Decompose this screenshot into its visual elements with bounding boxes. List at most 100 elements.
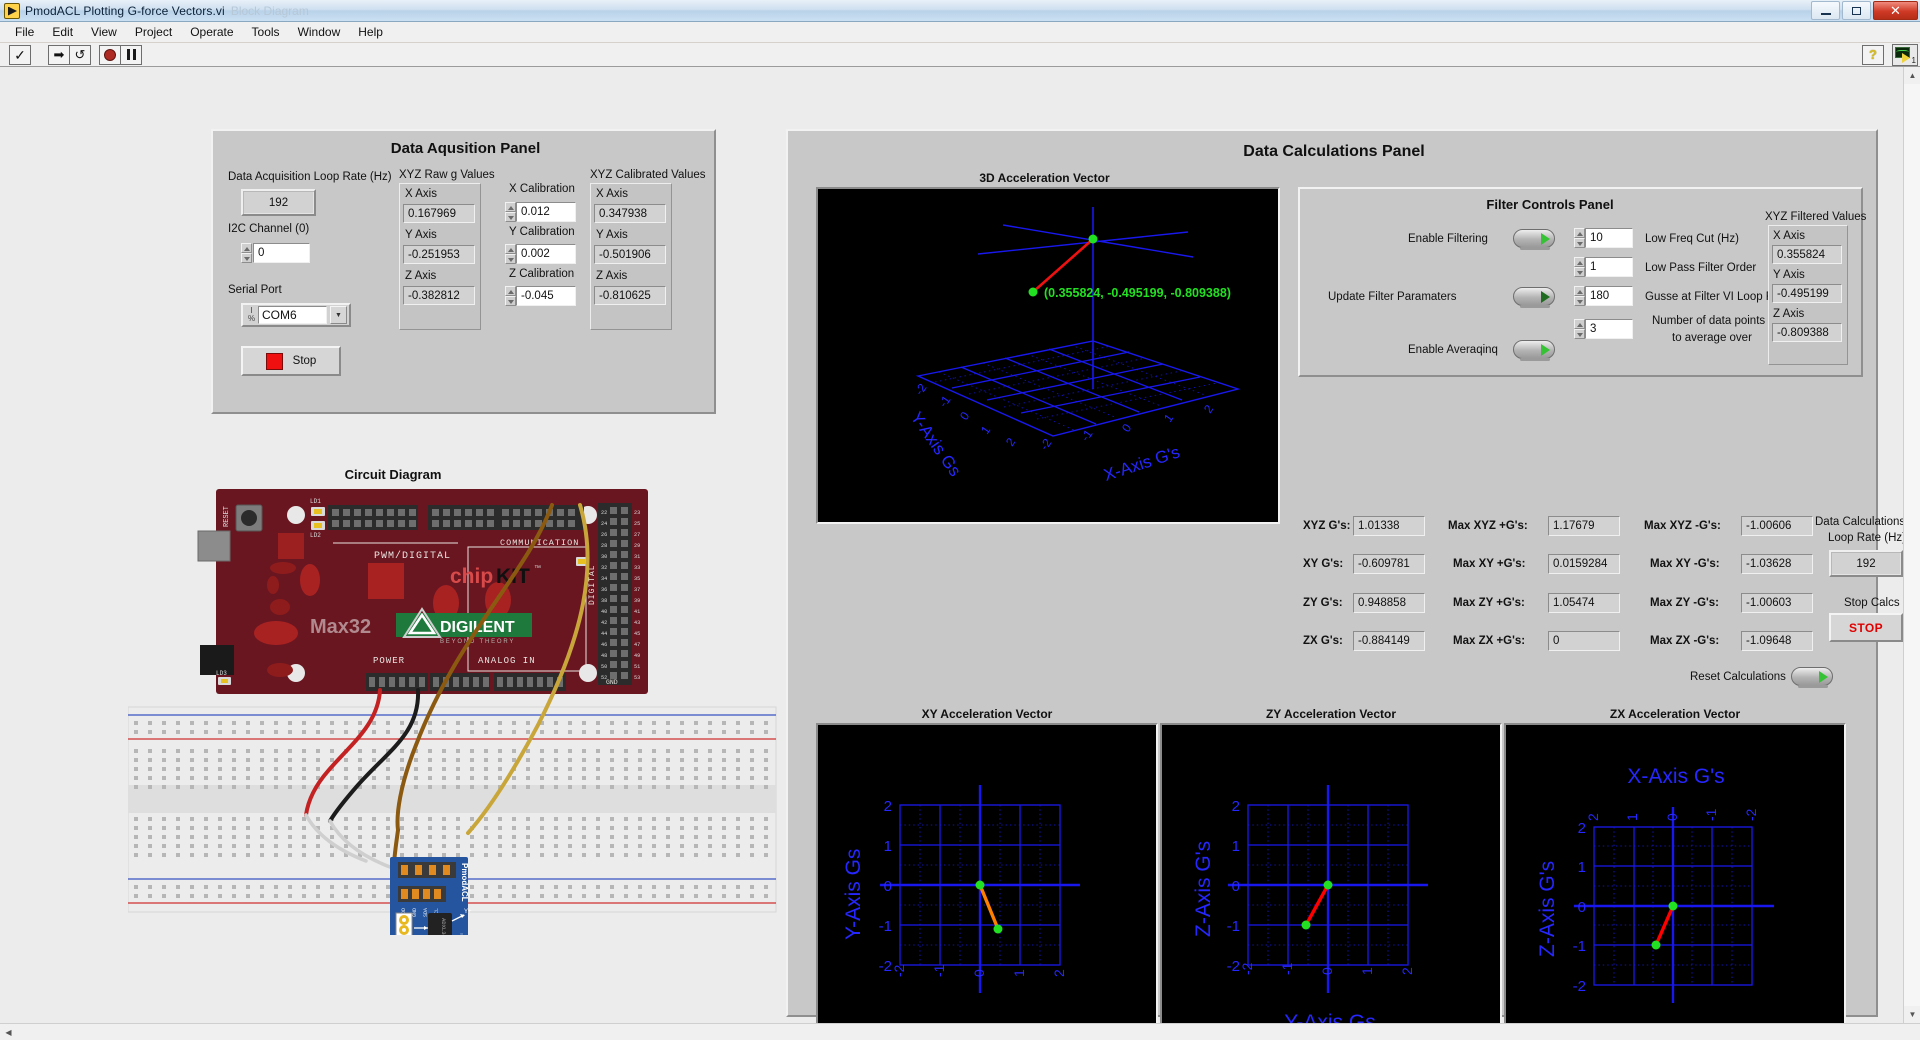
run-loop-button[interactable]: ↺ <box>69 45 91 65</box>
y-calibration-stepper[interactable] <box>505 244 516 264</box>
run-continuously-button[interactable]: ➡ <box>48 45 70 65</box>
switch-knob-icon <box>1541 344 1550 356</box>
vertical-scrollbar[interactable]: ▲ ▼ <box>1903 67 1920 1023</box>
menu-item-operate[interactable]: Operate <box>181 23 242 41</box>
svg-text:ANALOG IN: ANALOG IN <box>478 656 536 666</box>
svg-text:1: 1 <box>884 838 892 855</box>
stop-calcs-button[interactable]: STOP <box>1829 613 1903 642</box>
enable-averaging-switch[interactable] <box>1513 340 1555 359</box>
menu-item-project[interactable]: Project <box>126 23 181 41</box>
average-points-label-line2: to average over <box>1672 332 1752 344</box>
i2c-channel-input[interactable]: 0 <box>253 243 310 263</box>
svg-text:-2: -2 <box>1573 978 1586 995</box>
scroll-up-icon[interactable]: ▲ <box>1904 67 1920 84</box>
z-calibration-stepper[interactable] <box>505 286 516 306</box>
pause-icon <box>126 49 137 60</box>
maximize-button[interactable] <box>1842 1 1871 20</box>
z-cal-decrement-icon[interactable] <box>505 296 516 306</box>
run-button[interactable]: ✓ <box>9 45 31 65</box>
abort-execution-button[interactable] <box>99 45 121 65</box>
chevron-down-icon[interactable]: ▼ <box>330 306 347 324</box>
filter-order-decrement-icon[interactable] <box>1574 267 1585 277</box>
vertical-scroll-track[interactable] <box>1904 84 1920 1006</box>
low-pass-filter-order-input[interactable]: 1 <box>1585 257 1633 277</box>
menu-item-view[interactable]: View <box>82 23 126 41</box>
svg-text:34: 34 <box>601 576 607 582</box>
menu-item-help[interactable]: Help <box>349 23 392 41</box>
svg-text:50: 50 <box>601 664 607 670</box>
low-freq-cut-stepper[interactable] <box>1574 228 1585 248</box>
plot3d-svg: (0.355824, -0.495199, -0.809388) -2 -1 0… <box>818 189 1278 522</box>
window-ghost-title: Block Diagram <box>231 4 309 18</box>
xy-plot-graph[interactable]: 210 -1-2 -2 -1 0 1 2 Y-Axis Gs X-Axis G'… <box>816 723 1158 1040</box>
svg-text:23: 23 <box>634 510 640 516</box>
x-calibration-stepper[interactable] <box>505 202 516 222</box>
svg-text:2: 2 <box>1201 402 1216 416</box>
plot3d-graph[interactable]: (0.355824, -0.495199, -0.809388) -2 -1 0… <box>816 187 1280 524</box>
zy-plot-graph[interactable]: 210 -1-2 -2 -1 0 1 2 Z-Axis G's Y-Axis G… <box>1160 723 1502 1040</box>
context-help-button[interactable]: ? <box>1862 45 1884 65</box>
filter-order-stepper[interactable] <box>1574 257 1585 277</box>
zy-gs-value: 0.948858 <box>1353 593 1425 613</box>
vi-icon-pane[interactable]: 1 <box>1892 44 1918 66</box>
svg-text:0: 0 <box>884 878 892 895</box>
svg-text:43: 43 <box>634 620 640 626</box>
i2c-increment-icon[interactable] <box>241 243 252 253</box>
svg-text:LD3: LD3 <box>216 670 227 677</box>
switch-knob-icon <box>1541 291 1550 303</box>
svg-text:2: 2 <box>884 798 892 815</box>
stop-square-icon <box>266 353 283 370</box>
plot3d-point-label: (0.355824, -0.495199, -0.809388) <box>1044 286 1231 300</box>
filter-loop-rate-stepper[interactable] <box>1574 286 1585 306</box>
low-freq-increment-icon[interactable] <box>1574 228 1585 238</box>
z-cal-increment-icon[interactable] <box>505 286 516 296</box>
horizontal-scrollbar[interactable]: ◀ <box>0 1023 1920 1040</box>
i2c-decrement-icon[interactable] <box>241 253 252 263</box>
enable-averaging-label: Enable Averaqinq <box>1408 344 1498 356</box>
update-filter-params-switch[interactable] <box>1513 287 1555 306</box>
menu-item-window[interactable]: Window <box>289 23 350 41</box>
x-cal-increment-icon[interactable] <box>505 202 516 212</box>
low-freq-decrement-icon[interactable] <box>1574 238 1585 248</box>
average-points-input[interactable]: 3 <box>1585 319 1633 339</box>
menu-item-file[interactable]: File <box>6 23 43 41</box>
x-cal-decrement-icon[interactable] <box>505 212 516 222</box>
menu-item-edit[interactable]: Edit <box>43 23 82 41</box>
filter-loop-rate-increment-icon[interactable] <box>1574 286 1585 296</box>
svg-text:39: 39 <box>634 598 640 604</box>
filter-order-increment-icon[interactable] <box>1574 257 1585 267</box>
avg-points-increment-icon[interactable] <box>1574 319 1585 329</box>
io-glyph-icon: I% <box>245 307 258 323</box>
close-button[interactable]: ✕ <box>1873 1 1918 20</box>
data-acquisition-panel: Data Aqusition Panel Data Acquisition Lo… <box>211 129 716 414</box>
serial-port-ring[interactable]: I% COM6 ▼ <box>241 303 351 327</box>
scroll-left-icon[interactable]: ◀ <box>0 1024 17 1040</box>
minimize-button[interactable] <box>1811 1 1840 20</box>
calc-loop-rate-label-line1: Data Calculations <box>1815 516 1905 528</box>
zx-plot-xlabel: X-Axis G's <box>1627 765 1724 788</box>
pause-button[interactable] <box>120 45 142 65</box>
avg-points-stepper[interactable] <box>1574 319 1585 339</box>
enable-filtering-switch[interactable] <box>1513 229 1555 248</box>
scroll-down-icon[interactable]: ▼ <box>1904 1006 1920 1023</box>
filter-loop-rate-decrement-icon[interactable] <box>1574 296 1585 306</box>
avg-points-decrement-icon[interactable] <box>1574 329 1585 339</box>
x-calibration-input[interactable]: 0.012 <box>516 202 576 222</box>
filter-vi-loop-rate-input[interactable]: 180 <box>1585 286 1633 306</box>
reset-calculations-switch[interactable] <box>1791 667 1833 686</box>
y-cal-increment-icon[interactable] <box>505 244 516 254</box>
plot3d-title: 3D Acceleration Vector <box>812 171 1277 185</box>
serial-port-value[interactable]: COM6 <box>258 306 327 324</box>
i2c-channel-stepper[interactable] <box>241 243 252 263</box>
y-calibration-input[interactable]: 0.002 <box>516 244 576 264</box>
xy-plot-title: XY Acceleration Vector <box>816 707 1158 721</box>
zx-gs-value: -0.884149 <box>1353 631 1425 651</box>
menu-item-tools[interactable]: Tools <box>243 23 289 41</box>
stop-acquisition-button[interactable]: Stop <box>241 346 341 376</box>
svg-text:53: 53 <box>634 675 640 681</box>
zx-plot-graph[interactable]: 210 -1-2 2 1 0 -1 -2 Z-Axis G's X-Axis G… <box>1504 723 1846 1040</box>
plot3d-x-axis-label: X-Axis G's <box>1101 442 1182 484</box>
y-cal-decrement-icon[interactable] <box>505 254 516 264</box>
low-freq-cut-input[interactable]: 10 <box>1585 228 1633 248</box>
z-calibration-input[interactable]: -0.045 <box>516 286 576 306</box>
